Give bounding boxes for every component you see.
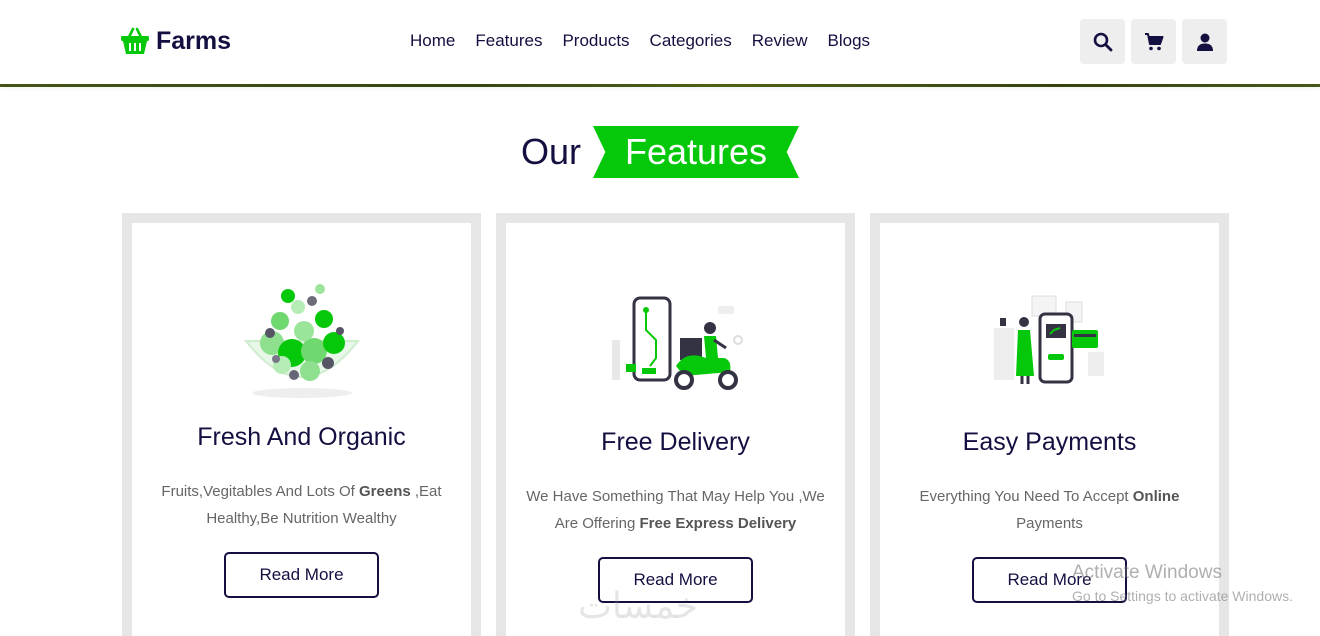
nav-categories[interactable]: Categories [640,30,742,52]
card-title: Easy Payments [962,428,1137,456]
card-title: Fresh And Organic [197,423,406,451]
watermark-subtitle: Go to Settings to activate Windows. [1072,588,1293,604]
nav-blogs[interactable]: Blogs [818,30,881,52]
card-text: We Have Something That May Help You ,We … [526,488,825,532]
activate-windows-watermark: Activate Windows Go to Settings to activ… [1072,562,1320,604]
feature-card-fresh: Fresh And Organic Fruits,Vegitables And … [122,213,481,636]
heading-prefix: Our [520,131,581,172]
nav-products[interactable]: Products [552,30,639,52]
site-header: Farms Home Features Products Categories … [0,0,1320,84]
account-button[interactable] [1182,19,1227,64]
arabic-watermark: خمسات [578,586,699,627]
nav-home[interactable]: Home [400,30,465,52]
search-button[interactable] [1080,19,1125,64]
section-heading: Our Features [0,124,1320,180]
card-text: Everything You Need To Accept Online Pay… [919,488,1180,532]
heading-tag: Features [592,126,800,178]
cart-button[interactable] [1131,19,1176,64]
card-text: Fruits,Vegitables And Lots Of Greens ,Ea… [161,483,442,527]
nav-review[interactable]: Review [742,30,818,52]
header-icons [1080,19,1227,64]
logo-text: Farms [156,26,232,55]
feature-card-delivery: Free Delivery We Have Something That May… [496,213,855,636]
cart-icon [1144,32,1163,50]
mobile-payment-illustration [880,288,1219,428]
read-more-button[interactable]: Read More [224,552,379,598]
hero-image-edge [0,84,1320,87]
nav-features[interactable]: Features [465,30,552,52]
search-icon [1093,32,1112,51]
salad-bowl-illustration [132,273,471,413]
watermark-title: Activate Windows [1072,562,1222,583]
logo[interactable]: Farms [120,24,231,58]
user-icon [1196,33,1213,51]
card-title: Free Delivery [601,428,750,456]
delivery-scooter-illustration [506,288,845,428]
basket-icon [121,27,149,54]
main-nav: Home Features Products Categories Review… [400,30,880,52]
